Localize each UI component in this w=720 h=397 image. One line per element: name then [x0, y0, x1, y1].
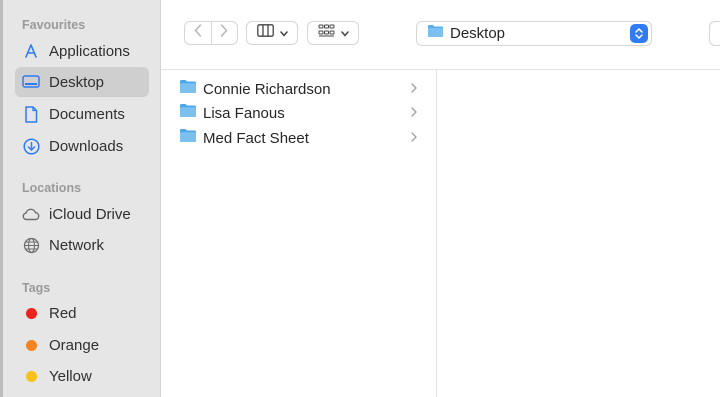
- sidebar-item-tag-yellow[interactable]: Yellow: [15, 361, 149, 391]
- grid-group-icon: [318, 24, 335, 42]
- sidebar-item-label: Desktop: [49, 73, 105, 91]
- folder-icon: [179, 128, 197, 148]
- sidebar-item-icloud-drive[interactable]: iCloud Drive: [15, 199, 149, 229]
- chevron-right-icon: [220, 24, 228, 42]
- toolbar: Desktop: [161, 0, 720, 70]
- sidebar-item-documents[interactable]: Documents: [15, 99, 149, 129]
- chevron-right-icon: [411, 80, 417, 98]
- document-icon: [21, 104, 41, 124]
- chevron-down-icon: [279, 24, 288, 42]
- sidebar-item-label: Orange: [49, 336, 100, 354]
- sidebar-item-label: iCloud Drive: [49, 205, 131, 223]
- folder-icon: [179, 103, 197, 123]
- folder-icon: [427, 24, 444, 43]
- locations-header: Locations: [22, 181, 82, 195]
- file-column: Connie Richardson Lisa Fanous Med Fact S…: [161, 70, 437, 397]
- sidebar-item-tag-red[interactable]: Red: [15, 298, 149, 328]
- applications-icon: [21, 41, 41, 61]
- cloud-icon: [21, 204, 41, 224]
- sidebar-item-label: Applications: [49, 42, 130, 60]
- chevron-left-icon: [194, 24, 202, 42]
- orange-tag-dot-icon: [26, 339, 37, 351]
- list-item[interactable]: Lisa Fanous: [179, 101, 423, 125]
- favourites-header: Favourites: [22, 18, 86, 32]
- sidebar-item-label: Downloads: [49, 137, 124, 155]
- chevron-right-icon: [411, 129, 417, 147]
- sidebar-item-label: Yellow: [49, 367, 92, 385]
- columns-view-icon: [256, 24, 274, 42]
- popup-stepper-icon: [630, 24, 648, 43]
- download-icon: [21, 136, 41, 156]
- view-mode-button[interactable]: [246, 21, 298, 45]
- path-popup-button[interactable]: Desktop: [416, 21, 652, 46]
- forward-button[interactable]: [211, 22, 237, 44]
- window-edge: [0, 0, 3, 397]
- navigation-buttons: [184, 21, 238, 45]
- chevron-down-icon: [340, 24, 349, 42]
- chevron-right-icon: [411, 104, 417, 122]
- back-button[interactable]: [185, 22, 211, 44]
- sidebar-item-network[interactable]: Network: [15, 230, 149, 260]
- share-button[interactable]: [709, 21, 720, 46]
- list-item[interactable]: Connie Richardson: [179, 77, 423, 101]
- path-title: Desktop: [450, 25, 506, 42]
- list-item[interactable]: Med Fact Sheet: [179, 126, 423, 150]
- red-tag-dot-icon: [26, 307, 37, 319]
- sidebar-item-label: Documents: [49, 105, 125, 123]
- folder-name: Lisa Fanous: [203, 104, 285, 122]
- folder-icon: [179, 79, 197, 99]
- tags-header: Tags: [22, 281, 51, 295]
- preview-pane: [437, 70, 720, 397]
- sidebar-item-desktop[interactable]: Desktop: [15, 67, 149, 97]
- desktop-icon: [21, 72, 41, 92]
- folder-name: Med Fact Sheet: [203, 129, 309, 147]
- sidebar-item-applications[interactable]: Applications: [15, 36, 149, 66]
- sidebar-item-downloads[interactable]: Downloads: [15, 131, 149, 161]
- sidebar-item-tag-orange[interactable]: Orange: [15, 330, 149, 360]
- sidebar-item-label: Network: [49, 236, 105, 254]
- folder-name: Connie Richardson: [203, 80, 331, 98]
- group-by-button[interactable]: [307, 21, 359, 45]
- globe-icon: [21, 235, 41, 255]
- sidebar: Favourites Applications Desktop Document…: [0, 0, 161, 397]
- sidebar-item-label: Red: [49, 304, 77, 322]
- yellow-tag-dot-icon: [26, 370, 37, 382]
